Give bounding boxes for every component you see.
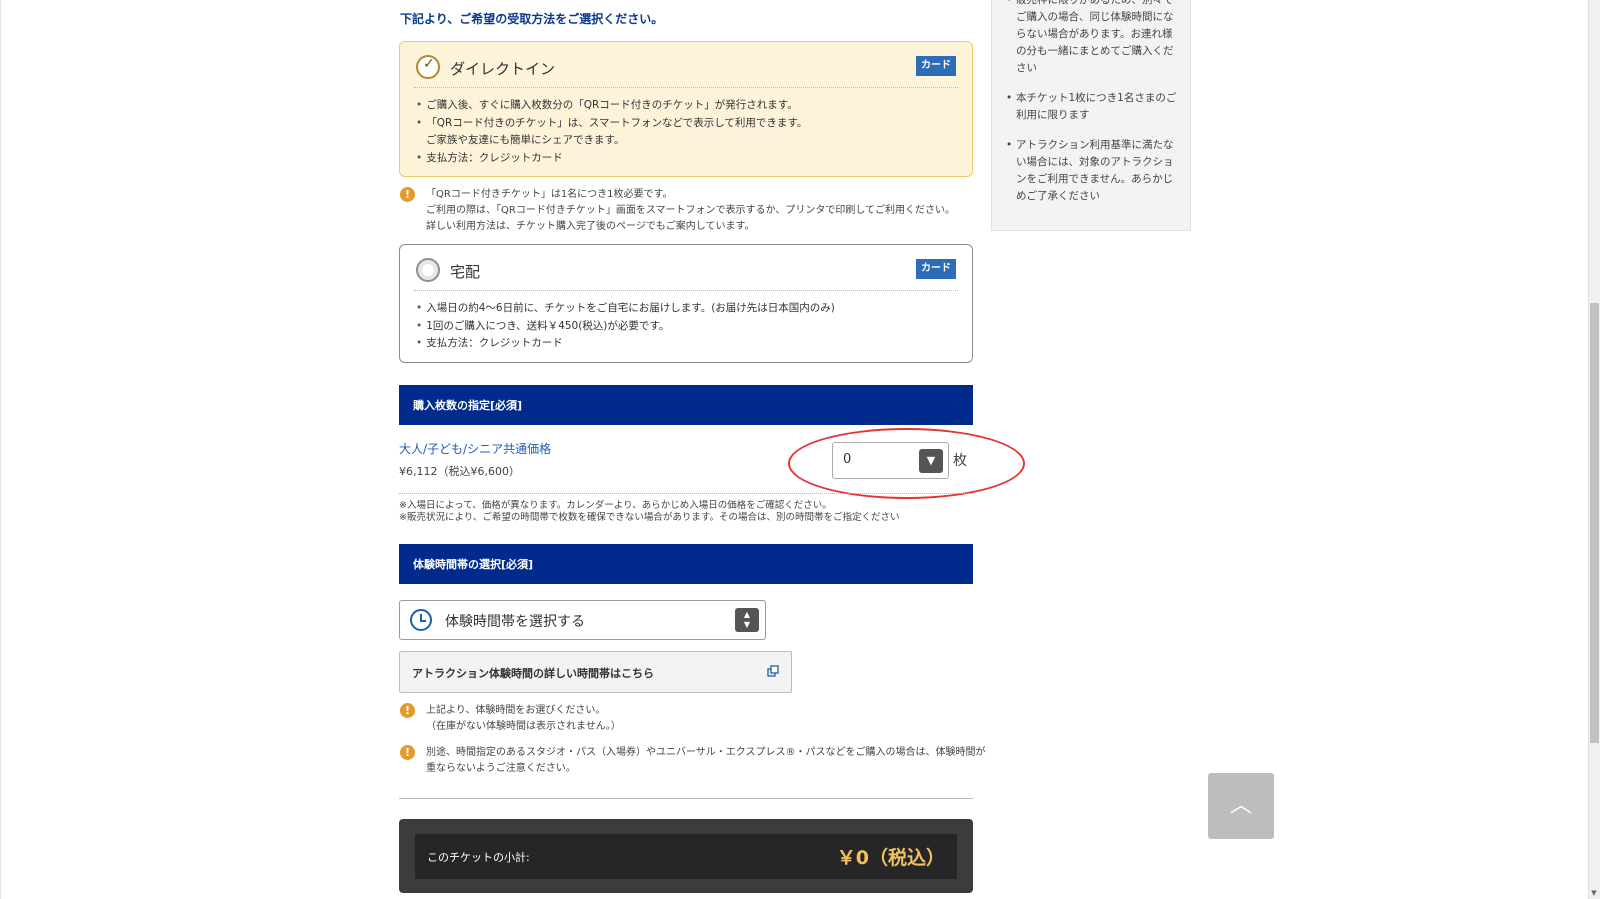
updown-icon: ▲ ▼ <box>735 608 759 632</box>
check-icon: ✓ <box>423 56 435 72</box>
time-detail-link[interactable]: アトラクション体験時間の詳しい時間帯はこちら <box>399 651 792 693</box>
option-direct-in[interactable]: ✓ ダイレクトイン カード ご購入後、すぐに購入枚数分の「QRコード付きのチケッ… <box>399 41 973 177</box>
note-line: （在庫がない体験時間は表示されません。） <box>426 721 621 732</box>
highlight-annotation <box>788 428 1025 499</box>
time-note-2: 別途、時間指定のあるスタジオ・パス（入場券）やユニバーサル・エクスプレス®・パス… <box>426 745 986 777</box>
subtotal-panel: このチケットの小計: ￥0（税込） <box>399 819 973 893</box>
detail-line: 支払方法：クレジットカード <box>416 150 807 168</box>
time-section-header: 体験時間帯の選択[必須] <box>399 544 973 584</box>
sidebar-note: アトラクション利用基準に満たない場合には、対象のアトラクションをご利用できません… <box>1006 137 1181 205</box>
card-payment-badge: カード <box>916 259 956 279</box>
note-line: 上記より、体験時間をお選びください。 <box>426 705 606 716</box>
note-line: 重ならないようご注意ください。 <box>426 763 576 774</box>
time-detail-label: アトラクション体験時間の詳しい時間帯はこちら <box>412 667 654 680</box>
detail-line: ご購入後、すぐに購入枚数分の「QRコード付きのチケット」が発行されます。 <box>416 97 807 115</box>
option-home-delivery-title: 宅配 <box>450 263 481 281</box>
sidebar-list: 販売枠に限りがあるため、別々でご購入の場合、同じ体験時間にならない場合があります… <box>1006 0 1181 218</box>
warning-icon: ! <box>400 187 415 202</box>
scroll-down-arrow[interactable]: ▼ <box>1588 887 1600 899</box>
detail-line: 「QRコード付きのチケット」は、スマートフォンなどで表示して利用できます。 <box>416 115 807 133</box>
ticket-name-link[interactable]: 大人/子ども/シニア共通価格 <box>399 440 551 457</box>
sidebar-notes: 販売枠に限りがあるため、別々でご購入の場合、同じ体験時間にならない場合があります… <box>991 0 1191 231</box>
time-slot-placeholder: 体験時間帯を選択する <box>445 614 585 630</box>
option-direct-in-title: ダイレクトイン <box>450 60 556 78</box>
time-note-1: 上記より、体験時間をお選びください。 （在庫がない体験時間は表示されません。） <box>426 703 621 735</box>
sidebar-note: 販売枠に限りがあるため、別々でご購入の場合、同じ体験時間にならない場合があります… <box>1006 0 1181 77</box>
subtotal-value: ￥0（税込） <box>836 847 945 869</box>
note-line: ※入場日によって、価格が異なります。カレンダーより、あらかじめ入場日の価格をご確… <box>399 500 832 511</box>
external-link-icon <box>767 665 779 677</box>
note-line: ※販売状況により、ご希望の時間帯で枚数を確保できない場合があります。その場合は、… <box>399 512 900 523</box>
note-line: 詳しい利用方法は、チケット購入完了後のページでもご案内しています。 <box>426 221 755 232</box>
receive-method-intro: 下記より、ご希望の受取方法をご選択ください。 <box>400 12 664 26</box>
detail-line: 支払方法：クレジットカード <box>416 335 835 353</box>
time-slot-select[interactable]: 体験時間帯を選択する ▲ ▼ <box>399 600 766 640</box>
ticket-price: ¥6,112（税込¥6,600） <box>399 465 520 478</box>
page-edge <box>0 0 1 899</box>
divider <box>399 798 973 799</box>
warning-icon: ! <box>400 703 415 718</box>
radio-unchecked-icon[interactable] <box>416 258 440 282</box>
chevron-up-icon: ︿ <box>1229 793 1252 818</box>
detail-line: 入場日の約4〜6日前に、チケットをご自宅にお届けします。(お届け先は日本国内のみ… <box>416 300 835 318</box>
subtotal-inner: このチケットの小計: ￥0（税込） <box>415 834 957 879</box>
clock-icon <box>410 609 432 631</box>
option-home-delivery-details: 入場日の約4〜6日前に、チケットをご自宅にお届けします。(お届け先は日本国内のみ… <box>416 300 835 353</box>
subtotal-label: このチケットの小計: <box>427 851 530 864</box>
card-payment-badge: カード <box>916 56 956 76</box>
note-line: 「QRコード付きチケット」は1名につき1枚必要です。 <box>426 189 673 200</box>
note-line: ご利用の際は、「QRコード付きチケット」画面をスマートフォンで表示するか、プリン… <box>426 205 956 216</box>
option-home-delivery-header: 宅配 カード <box>414 255 958 291</box>
option-direct-in-header: ✓ ダイレクトイン カード <box>414 52 958 88</box>
sidebar-note: 本チケット1枚につき1名さまのご利用に限ります <box>1006 90 1181 124</box>
note-line: 別途、時間指定のあるスタジオ・パス（入場券）やユニバーサル・エクスプレス®・パス… <box>426 747 986 758</box>
option-home-delivery[interactable]: 宅配 カード 入場日の約4〜6日前に、チケットをご自宅にお届けします。(お届け先… <box>399 244 973 363</box>
back-to-top-button[interactable]: ︿ <box>1208 773 1274 839</box>
option-direct-in-details: ご購入後、すぐに購入枚数分の「QRコード付きのチケット」が発行されます。 「QR… <box>416 97 807 167</box>
detail-line: 1回のご購入につき、送料￥450(税込)が必要です。 <box>416 318 835 336</box>
quantity-notes: ※入場日によって、価格が異なります。カレンダーより、あらかじめ入場日の価格をご確… <box>399 500 899 524</box>
detail-line: ご家族や友達にも簡単にシェアできます。 <box>426 134 625 146</box>
quantity-section-header: 購入枚数の指定[必須] <box>399 385 973 425</box>
qr-ticket-note: 「QRコード付きチケット」は1名につき1枚必要です。 ご利用の際は、「QRコード… <box>426 187 955 235</box>
radio-checked-icon[interactable]: ✓ <box>416 55 440 79</box>
divider <box>399 493 973 494</box>
scrollbar-thumb[interactable] <box>1590 303 1599 743</box>
warning-icon: ! <box>400 745 415 760</box>
